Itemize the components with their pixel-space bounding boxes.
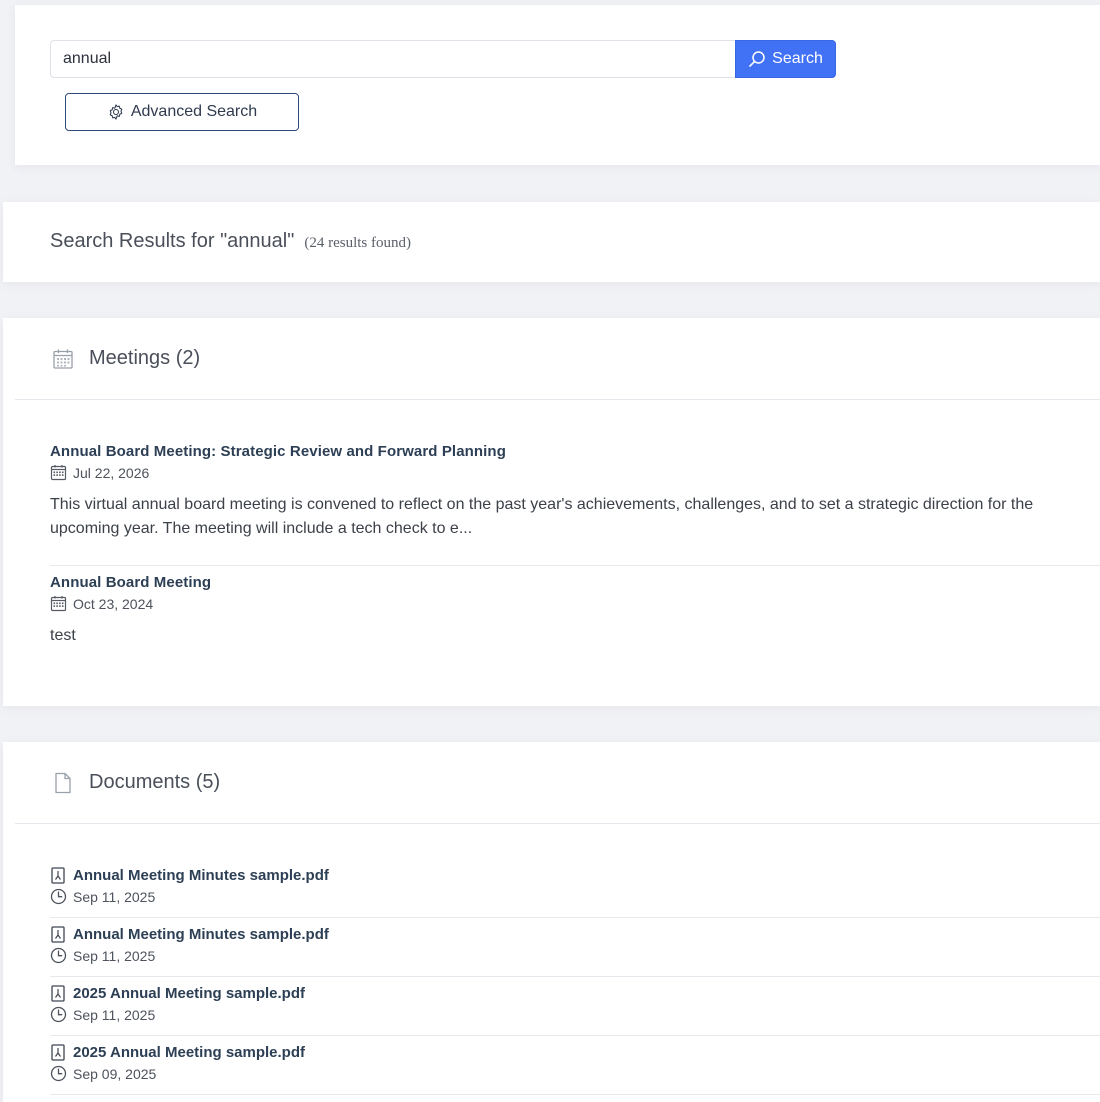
search-bar: Search: [50, 40, 836, 78]
meeting-title-link[interactable]: Annual Board Meeting: [50, 574, 1100, 591]
meeting-date-row: Oct 23, 2024: [50, 595, 1100, 612]
gear-icon: [109, 104, 123, 120]
search-panel: Search Advanced Search: [15, 5, 1100, 165]
calendar-icon: [53, 349, 73, 369]
results-count: (24 results found): [304, 235, 411, 251]
results-summary: Search Results for "annual" (24 results …: [3, 202, 1100, 282]
advanced-search-button[interactable]: Advanced Search: [65, 93, 299, 131]
documents-section-title: Documents (5): [89, 771, 221, 793]
meetings-header: Meetings (2): [15, 318, 1100, 400]
document-title-link[interactable]: 2025 Annual Meeting sample.pdf: [73, 1044, 305, 1061]
search-button[interactable]: Search: [735, 40, 836, 78]
meeting-description: This virtual annual board meeting is con…: [50, 496, 1034, 537]
advanced-search-label: Advanced Search: [130, 103, 258, 120]
meeting-date: Jul 22, 2026: [73, 464, 150, 481]
document-item: 2025 Annual Meeting sample.pdf Sep 09, 2…: [50, 1036, 1100, 1095]
pdf-file-icon: [51, 985, 65, 1002]
meeting-item: Annual Board Meeting Oct 23, 2024 test: [50, 574, 1100, 648]
document-title-link[interactable]: 2025 Annual Meeting sample.pdf: [73, 985, 305, 1002]
clock-icon: [50, 1065, 67, 1082]
calendar-icon: [50, 596, 67, 612]
meetings-section-title: Meetings (2): [89, 347, 201, 369]
document-item: Annual Meeting Minutes sample.pdf Sep 11…: [50, 859, 1100, 918]
results-heading: Search Results for "annual" (24 results …: [50, 230, 411, 253]
search-button-label: Search: [772, 50, 823, 67]
document-date-row: Sep 11, 2025: [50, 947, 1100, 964]
clock-icon: [50, 1006, 67, 1023]
document-date-row: Sep 11, 2025: [50, 1006, 1100, 1023]
search-icon: [749, 51, 765, 67]
meeting-item: Annual Board Meeting: Strategic Review a…: [50, 443, 1100, 541]
document-date-row: Sep 11, 2025: [50, 888, 1100, 905]
meeting-title-link[interactable]: Annual Board Meeting: Strategic Review a…: [50, 443, 1100, 460]
calendar-icon: [50, 465, 67, 481]
meeting-divider: [50, 565, 1100, 566]
pdf-file-icon: [51, 1044, 65, 1061]
clock-icon: [50, 888, 67, 905]
meeting-date: Oct 23, 2024: [73, 595, 154, 612]
document-title-link[interactable]: Annual Meeting Minutes sample.pdf: [73, 867, 329, 884]
meetings-section: Meetings (2) Annual Board Meeting: Strat…: [3, 318, 1100, 706]
document-icon: [55, 772, 71, 794]
document-item: Annual Meeting Minutes sample.pdf Sep 11…: [50, 918, 1100, 977]
document-date-row: Sep 09, 2025: [50, 1065, 1100, 1082]
meeting-description: test: [50, 627, 76, 644]
document-date: Sep 09, 2025: [73, 1065, 157, 1082]
document-item: 2025 Annual Meeting sample.pdf Sep 11, 2…: [50, 977, 1100, 1036]
meeting-date-row: Jul 22, 2026: [50, 464, 1100, 481]
document-date: Sep 11, 2025: [73, 888, 156, 905]
documents-header: Documents (5): [15, 742, 1100, 824]
clock-icon: [50, 947, 67, 964]
search-input[interactable]: [50, 40, 735, 78]
results-query-text: Search Results for "annual": [50, 230, 295, 252]
pdf-file-icon: [51, 926, 65, 943]
document-title-link[interactable]: Annual Meeting Minutes sample.pdf: [73, 926, 329, 943]
document-date: Sep 11, 2025: [73, 1006, 156, 1023]
pdf-file-icon: [51, 867, 65, 884]
documents-section: Documents (5) Annual Meeting Minutes sam…: [3, 742, 1100, 1102]
document-date: Sep 11, 2025: [73, 947, 156, 964]
